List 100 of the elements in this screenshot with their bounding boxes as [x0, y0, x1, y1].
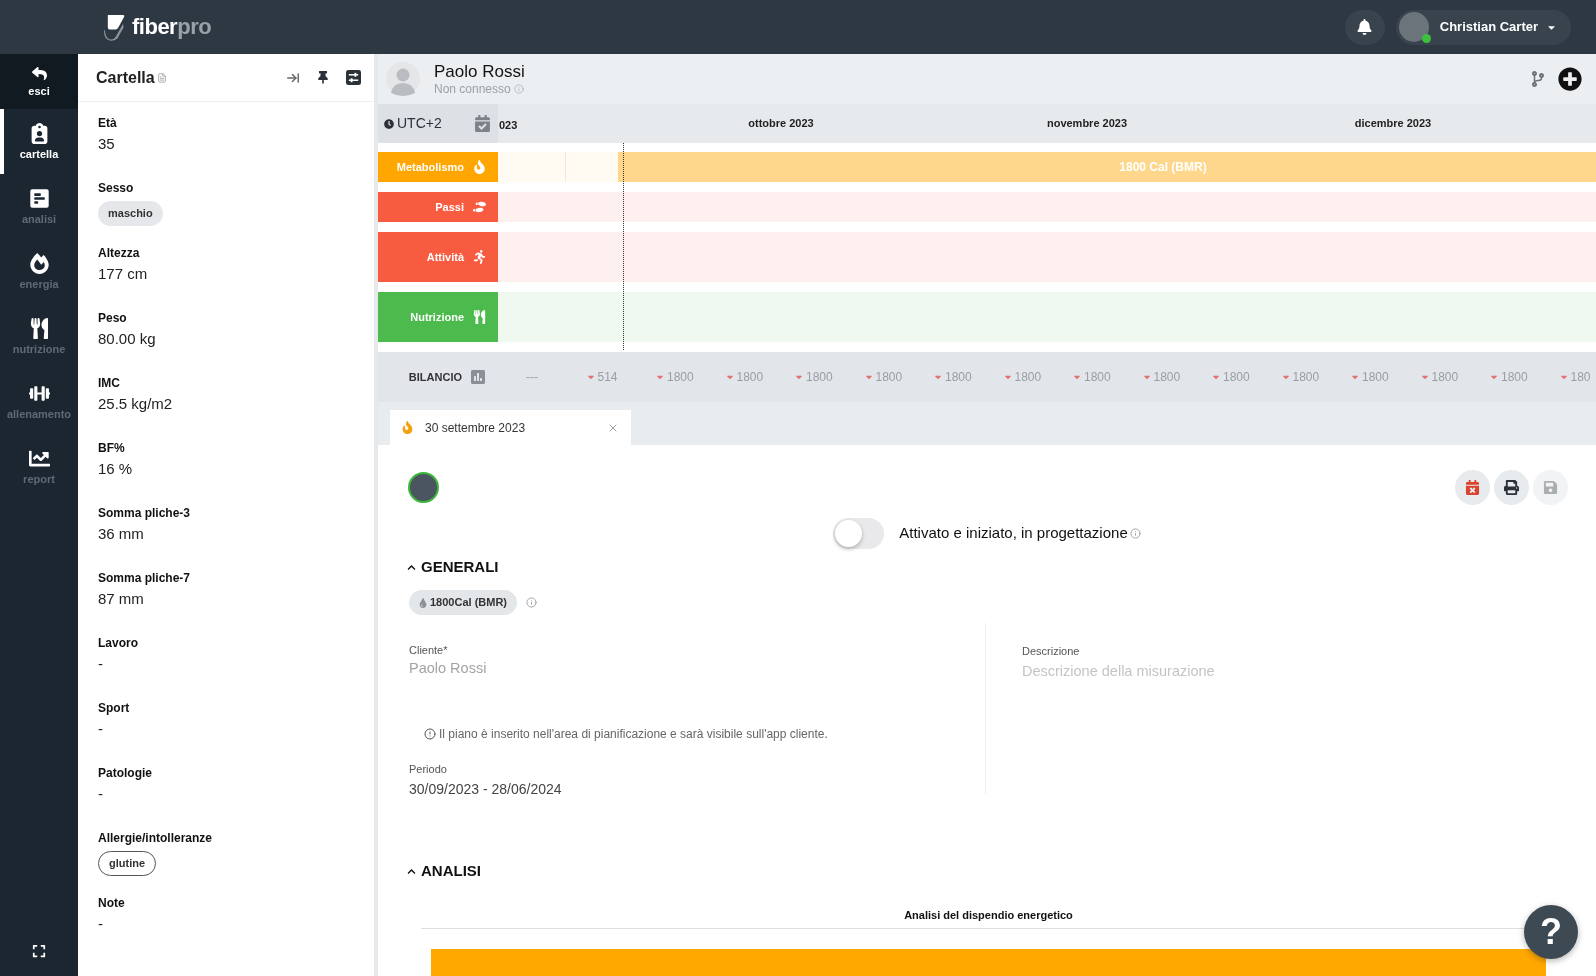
logo-icon: [104, 13, 125, 41]
nav-item[interactable]: allenamento: [0, 369, 78, 434]
info-icon: [513, 84, 524, 94]
alert-icon: [424, 728, 436, 740]
logo-text: fiberpro: [132, 16, 212, 38]
allergy-tag: glutine: [98, 851, 157, 876]
flame-icon: [473, 160, 486, 174]
avatar-image: [1398, 12, 1429, 42]
info-icon: [526, 597, 538, 608]
month-label: dicembre 2023: [1354, 116, 1432, 132]
balance-value: 1800: [806, 370, 833, 384]
category-name: Metabolismo: [396, 159, 464, 175]
chevron-up-icon: [407, 866, 416, 876]
field-value: 87 mm: [98, 589, 144, 609]
bell-icon: [1357, 19, 1373, 35]
client-name: Paolo Rossi: [434, 61, 525, 82]
category-name: Attività: [426, 249, 464, 265]
arrow-right-to-line-icon[interactable]: [286, 70, 300, 85]
balance-value: 514: [597, 370, 618, 384]
running-person-icon: [473, 250, 486, 264]
add-button[interactable]: [1558, 67, 1582, 91]
bar-chart-icon[interactable]: [470, 369, 486, 385]
period-value: 30/09/2023 - 28/06/2024: [409, 780, 562, 799]
section-toggle[interactable]: GENERALI: [407, 557, 499, 577]
user-silhouette-icon: [386, 62, 420, 96]
nav-item[interactable]: cartella: [0, 109, 78, 174]
balance-value: 1800: [1501, 370, 1528, 384]
field-label: Somma pliche-7: [98, 570, 191, 586]
tab[interactable]: 30 settembre 2023: [390, 410, 631, 445]
client-field[interactable]: Paolo Rossi: [409, 659, 709, 679]
description-field[interactable]: Descrizione della misurazione: [1022, 662, 1342, 682]
field-label: Lavoro: [98, 635, 138, 651]
notice-text: Il piano è inserito nell'area di pianificazione e sarà visibile sull'app cliente.: [439, 726, 828, 742]
printer-icon: [1504, 480, 1519, 495]
branch-icon[interactable]: [1532, 71, 1544, 87]
pin-icon[interactable]: [317, 71, 329, 84]
document-icon: [156, 72, 167, 83]
balance-value: 1800: [1084, 370, 1111, 384]
balance-value: 1800: [945, 370, 972, 384]
nav-item[interactable]: analisi: [0, 174, 78, 239]
field-value: 177 cm: [98, 264, 148, 284]
category-cell[interactable]: Passi: [378, 192, 498, 222]
balance-value: 1800: [1223, 370, 1250, 384]
balance-label: BILANCIO: [408, 369, 462, 385]
reply-arrow-icon: [31, 65, 47, 81]
field-label: Patologie: [98, 765, 152, 781]
field-label: Descrizione: [1022, 644, 1080, 659]
category-cell[interactable]: Metabolismo: [378, 152, 498, 182]
nav-item[interactable]: energia: [0, 239, 78, 304]
calorie-value: 1800Cal (BMR): [430, 595, 508, 611]
balance-value: 1800: [736, 370, 764, 384]
fork-knife-icon: [473, 310, 486, 324]
section-toggle[interactable]: ANALISI: [407, 861, 481, 881]
field-label: Somma pliche-3: [98, 505, 191, 521]
balance-value: 1800: [1292, 370, 1320, 384]
unschedule-button[interactable]: [1455, 470, 1490, 505]
category-name: Passi: [435, 199, 464, 215]
category-name: Nutrizione: [410, 309, 464, 325]
field-label: Note: [98, 895, 125, 911]
field-value: -: [98, 784, 103, 804]
panel-title: Cartella: [96, 67, 155, 88]
fork-knife-icon: [28, 317, 50, 339]
balance-value: 1800: [1431, 370, 1459, 384]
info-icon: [1129, 528, 1141, 539]
fullscreen-icon[interactable]: [32, 944, 46, 958]
print-button[interactable]: [1494, 470, 1529, 505]
drop-icon: [419, 597, 427, 608]
balance-value: 1800: [667, 370, 694, 384]
footprints-icon: [473, 200, 486, 214]
field-label: Cliente*: [409, 643, 448, 658]
field-label: Allergie/intolleranze: [98, 830, 213, 846]
field-label: Età: [98, 115, 117, 131]
notifications-button[interactable]: [1344, 9, 1385, 45]
field-label: IMC: [98, 375, 120, 391]
balance-value: 180: [1570, 370, 1591, 384]
sex-tag: maschio: [98, 201, 163, 226]
timezone-label: UTC+2: [397, 114, 442, 133]
nav-item[interactable]: nutrizione: [0, 304, 78, 369]
sliders-icon[interactable]: [346, 70, 361, 85]
category-cell[interactable]: Attività: [378, 232, 498, 282]
field-value: 36 mm: [98, 524, 144, 544]
user-menu-button[interactable]: Christian Carter: [1395, 9, 1571, 45]
field-label: Sport: [98, 700, 130, 716]
balance-value: 1800: [875, 370, 903, 384]
field-value: 35: [98, 134, 115, 154]
month-label: novembre 2023: [1046, 116, 1128, 132]
chevron-up-icon: [407, 562, 416, 572]
field-value: -: [98, 719, 103, 739]
toggle-switch[interactable]: [833, 518, 885, 549]
calendar-x-icon: [1465, 480, 1480, 495]
month-label: 023: [499, 118, 518, 131]
field-label: Altezza: [98, 245, 140, 261]
field-value: -: [98, 654, 103, 674]
nav-item[interactable]: esci: [0, 54, 78, 109]
calendar-check-icon[interactable]: [475, 115, 490, 132]
nav-item[interactable]: report: [0, 434, 78, 499]
category-cell[interactable]: Nutrizione: [378, 292, 498, 342]
month-label: ottobre 2023: [748, 116, 814, 132]
field-label: Sesso: [98, 180, 134, 196]
field-value: -: [98, 914, 103, 934]
